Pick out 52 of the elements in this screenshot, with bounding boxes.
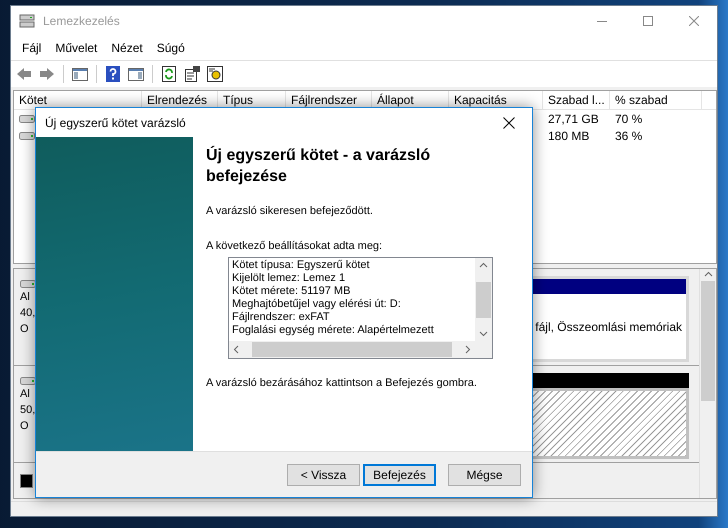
scrollbar-thumb[interactable] <box>476 282 491 318</box>
settings-line: Fájlrendszer: exFAT <box>232 311 331 324</box>
settings-label: A következő beállításokat adta meg: <box>206 239 384 253</box>
scrollbar-thumb[interactable] <box>701 281 715 401</box>
disk-info-text: Al <box>20 387 30 401</box>
scrollbar-thumb[interactable] <box>252 342 452 357</box>
settings-list[interactable]: Kötet típusa: Egyszerű kötet Kijelölt lemez: Lemez 1 Kötet mérete: 51197 MB Meghajtóbetűjel vagy elérési út: D: Fájlrendszer: exFAT Foglalási egység mérete: Alapértelmezett <box>228 257 493 359</box>
settings-icon[interactable] <box>206 65 224 83</box>
menu-item[interactable]: Súgó <box>150 41 192 55</box>
console-tree-icon[interactable] <box>71 65 89 83</box>
menu-item[interactable]: Művelet <box>48 41 104 55</box>
legend-swatch <box>20 474 33 488</box>
table-cell-text: 180 MB <box>547 128 590 142</box>
horizontal-scrollbar[interactable] <box>229 341 475 358</box>
properties-icon[interactable] <box>183 65 201 83</box>
column-header[interactable]: Szabad l... <box>543 91 610 109</box>
settings-line: Kötet mérete: 51197 MB <box>232 285 352 298</box>
disk-drive-icon <box>19 14 35 28</box>
table-cell-text: 36 % <box>614 128 644 142</box>
dialog-button[interactable]: < Vissza <box>287 464 360 486</box>
dialog-button[interactable]: Befejezés <box>363 464 436 486</box>
table-cell-text: 70 % <box>614 112 644 126</box>
window-title: Lemezkezelés <box>43 14 121 28</box>
menu-item[interactable]: Nézet <box>104 41 150 55</box>
refresh-icon[interactable] <box>160 65 178 83</box>
disk-info-text: Al <box>20 290 30 304</box>
settings-line: Kijelölt lemez: Lemez 1 <box>232 272 346 285</box>
help-icon[interactable] <box>104 65 122 83</box>
disk-info-text: O <box>20 419 29 433</box>
settings-line: Meghajtóbetűjel vagy elérési út: D: <box>232 298 402 311</box>
close-icon <box>689 16 699 26</box>
disk-info-text: 50, <box>20 403 36 417</box>
column-header[interactable]: % szabad <box>610 91 702 109</box>
wizard-heading: Új egyszerű kötet - a varázsló befejezése <box>206 145 432 187</box>
maximize-icon <box>643 16 653 26</box>
vertical-scrollbar[interactable] <box>699 269 716 498</box>
forward-arrow-icon[interactable] <box>38 65 56 83</box>
dialog-title: Új egyszerű kötet varázsló <box>45 116 187 130</box>
close-icon <box>503 116 515 128</box>
menu-item[interactable]: Fájl <box>15 41 48 55</box>
partition-info: fájl, Összeomlási memóriak <box>535 320 682 334</box>
vertical-scrollbar[interactable] <box>475 258 492 341</box>
disk-info-text: O <box>20 322 29 336</box>
disk-info-text: 40, <box>20 306 36 320</box>
action-pane-icon[interactable] <box>127 65 145 83</box>
success-message: A varázsló sikeresen befejeződött. <box>206 204 374 218</box>
dialog-button[interactable]: Mégse <box>448 464 521 486</box>
back-arrow-icon[interactable] <box>15 65 33 83</box>
settings-line: Kötet típusa: Egyszerű kötet <box>232 259 371 272</box>
instruction-text: A varázsló bezárásához kattintson a Befejezés gombra. <box>206 376 478 390</box>
settings-line: Foglalási egység mérete: Alapértelmezett <box>232 324 435 337</box>
table-cell-text: 27,71 GB <box>547 112 600 126</box>
